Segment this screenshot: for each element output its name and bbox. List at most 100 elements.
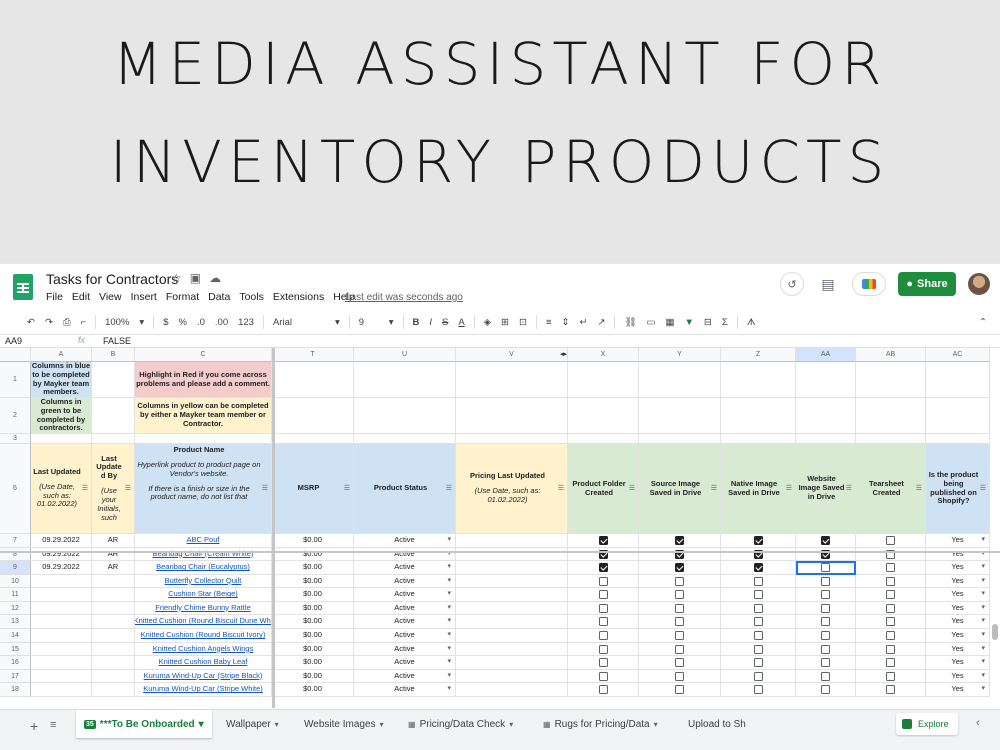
checkbox-cell[interactable] xyxy=(856,575,926,588)
checkbox-cell[interactable] xyxy=(796,588,856,602)
product-link[interactable]: Knitted Cushion Baby Leaf xyxy=(159,657,248,667)
checkbox-cell[interactable] xyxy=(639,656,721,670)
column-header-v[interactable]: V xyxy=(456,348,568,362)
cell-product-name[interactable]: Kuruma Wind-Up Car (Stripe Black) xyxy=(135,670,272,683)
cell-product-name[interactable]: Butterfly Collector Quilt xyxy=(135,575,272,588)
checkbox-cell[interactable] xyxy=(856,561,926,575)
checkbox-cell[interactable] xyxy=(796,548,856,561)
cloud-status-icon[interactable]: ☁ xyxy=(209,271,221,285)
checkbox[interactable] xyxy=(753,590,763,599)
cell-last-updated[interactable] xyxy=(31,656,92,670)
cell-updated-by[interactable]: AR xyxy=(92,548,135,561)
checkbox-cell[interactable] xyxy=(721,615,796,629)
checkbox-cell[interactable] xyxy=(796,643,856,656)
menu-insert[interactable]: Insert xyxy=(131,291,157,303)
insert-comment-icon[interactable]: ▭ xyxy=(642,317,661,328)
checkbox-cell[interactable] xyxy=(721,561,796,575)
row-header[interactable]: 9 xyxy=(0,561,31,575)
menu-edit[interactable]: Edit xyxy=(72,291,90,303)
status-dropdown[interactable]: Active xyxy=(354,683,456,697)
filter-icon[interactable]: ☰ xyxy=(446,485,452,493)
insert-chart-icon[interactable]: ▦ xyxy=(660,317,679,328)
checkbox-cell[interactable] xyxy=(568,602,639,615)
vertical-align-icon[interactable]: ⇕ xyxy=(557,317,575,328)
header-source[interactable]: Source Image Saved in Drive ☰ xyxy=(639,444,721,534)
cell[interactable] xyxy=(92,362,135,398)
checkbox[interactable] xyxy=(675,658,684,667)
cell-updated-by[interactable] xyxy=(92,575,135,588)
filter-icon[interactable]: ☰ xyxy=(786,485,792,493)
filter-icon[interactable]: ▼ xyxy=(679,317,698,328)
checkbox-cell[interactable] xyxy=(568,561,639,575)
cell-last-updated[interactable] xyxy=(31,670,92,683)
cell-pricing-updated[interactable] xyxy=(456,575,568,588)
checkbox[interactable] xyxy=(821,671,830,681)
filter-icon[interactable]: ☰ xyxy=(125,485,131,493)
checkbox[interactable] xyxy=(753,685,763,694)
text-color-icon[interactable]: A xyxy=(453,317,469,328)
all-sheets-icon[interactable]: ≡ xyxy=(50,719,56,731)
cell[interactable] xyxy=(568,398,639,434)
checkbox-cell[interactable] xyxy=(856,615,926,629)
checkbox-cell[interactable] xyxy=(796,534,856,548)
row-header[interactable]: 12 xyxy=(0,602,31,615)
checkbox-cell[interactable] xyxy=(568,615,639,629)
status-dropdown[interactable]: Active xyxy=(354,588,456,602)
version-history-icon[interactable]: ↺ xyxy=(780,272,804,296)
cell[interactable] xyxy=(926,398,990,434)
explore-button[interactable]: Explore xyxy=(896,713,958,735)
tab-chevron-icon[interactable]: ▾ xyxy=(275,720,279,729)
cell[interactable] xyxy=(721,398,796,434)
cell-msrp[interactable]: $0.00 xyxy=(272,602,354,615)
cell[interactable] xyxy=(856,434,926,444)
cell-pricing-updated[interactable] xyxy=(456,670,568,683)
checkbox-cell[interactable] xyxy=(639,670,721,683)
checkbox-cell[interactable] xyxy=(639,643,721,656)
cell-last-updated[interactable] xyxy=(31,629,92,643)
filter-views-icon[interactable]: ⊟ xyxy=(699,317,717,328)
checkbox[interactable] xyxy=(675,671,684,681)
cell[interactable] xyxy=(926,434,990,444)
checkbox[interactable] xyxy=(886,617,895,626)
checkbox[interactable] xyxy=(753,644,763,654)
cell-updated-by[interactable] xyxy=(92,615,135,629)
product-link[interactable]: Butterfly Collector Quilt xyxy=(165,576,242,586)
checkbox[interactable] xyxy=(753,576,763,586)
product-link[interactable]: Knitted Cushion (Round Biscuit Ivory) xyxy=(141,630,266,640)
column-header-u[interactable]: U xyxy=(354,348,456,362)
checkbox[interactable] xyxy=(675,617,684,626)
percent-format-button[interactable]: % xyxy=(174,317,192,328)
checkbox[interactable] xyxy=(821,658,830,667)
checkbox-cell[interactable] xyxy=(721,575,796,588)
filter-icon[interactable]: ☰ xyxy=(344,485,350,493)
menu-file[interactable]: File xyxy=(46,291,63,303)
checkbox[interactable] xyxy=(675,576,684,586)
checkbox-cell[interactable] xyxy=(721,670,796,683)
checkbox[interactable] xyxy=(598,563,608,572)
cell[interactable] xyxy=(31,434,92,444)
document-title[interactable]: Tasks for Contractors xyxy=(46,271,178,287)
select-all-corner[interactable] xyxy=(0,348,31,362)
checkbox-cell[interactable] xyxy=(568,534,639,548)
menu-extensions[interactable]: Extensions xyxy=(273,291,324,303)
product-link[interactable]: Knitted Cushion Angels Wings xyxy=(153,644,253,654)
cell-product-name[interactable]: Knitted Cushion (Round Biscuit Ivory) xyxy=(135,629,272,643)
checkbox-cell[interactable] xyxy=(856,629,926,643)
cell[interactable] xyxy=(856,362,926,398)
checkbox-cell[interactable] xyxy=(568,575,639,588)
checkbox-cell[interactable] xyxy=(721,534,796,548)
checkbox-cell[interactable] xyxy=(856,548,926,561)
filter-icon[interactable]: ☰ xyxy=(711,485,717,493)
cell-pricing-updated[interactable] xyxy=(456,534,568,548)
column-header-y[interactable]: Y xyxy=(639,348,721,362)
column-header-z[interactable]: Z xyxy=(721,348,796,362)
cell-product-name[interactable]: Knitted Cushion (Round Biscuit Dune Whi xyxy=(135,615,272,629)
name-box[interactable]: AA9 xyxy=(5,336,22,346)
sheet-tab-website-images[interactable]: Website Images ▾ xyxy=(304,710,384,738)
checkbox-cell[interactable] xyxy=(639,629,721,643)
checkbox-cell[interactable] xyxy=(639,588,721,602)
redo-icon[interactable]: ↷ xyxy=(40,317,58,328)
note-yellow-columns[interactable]: Columns in yellow can be completed by ei… xyxy=(135,398,272,434)
more-formats-button[interactable]: 123 xyxy=(233,317,259,328)
cell-pricing-updated[interactable] xyxy=(456,588,568,602)
